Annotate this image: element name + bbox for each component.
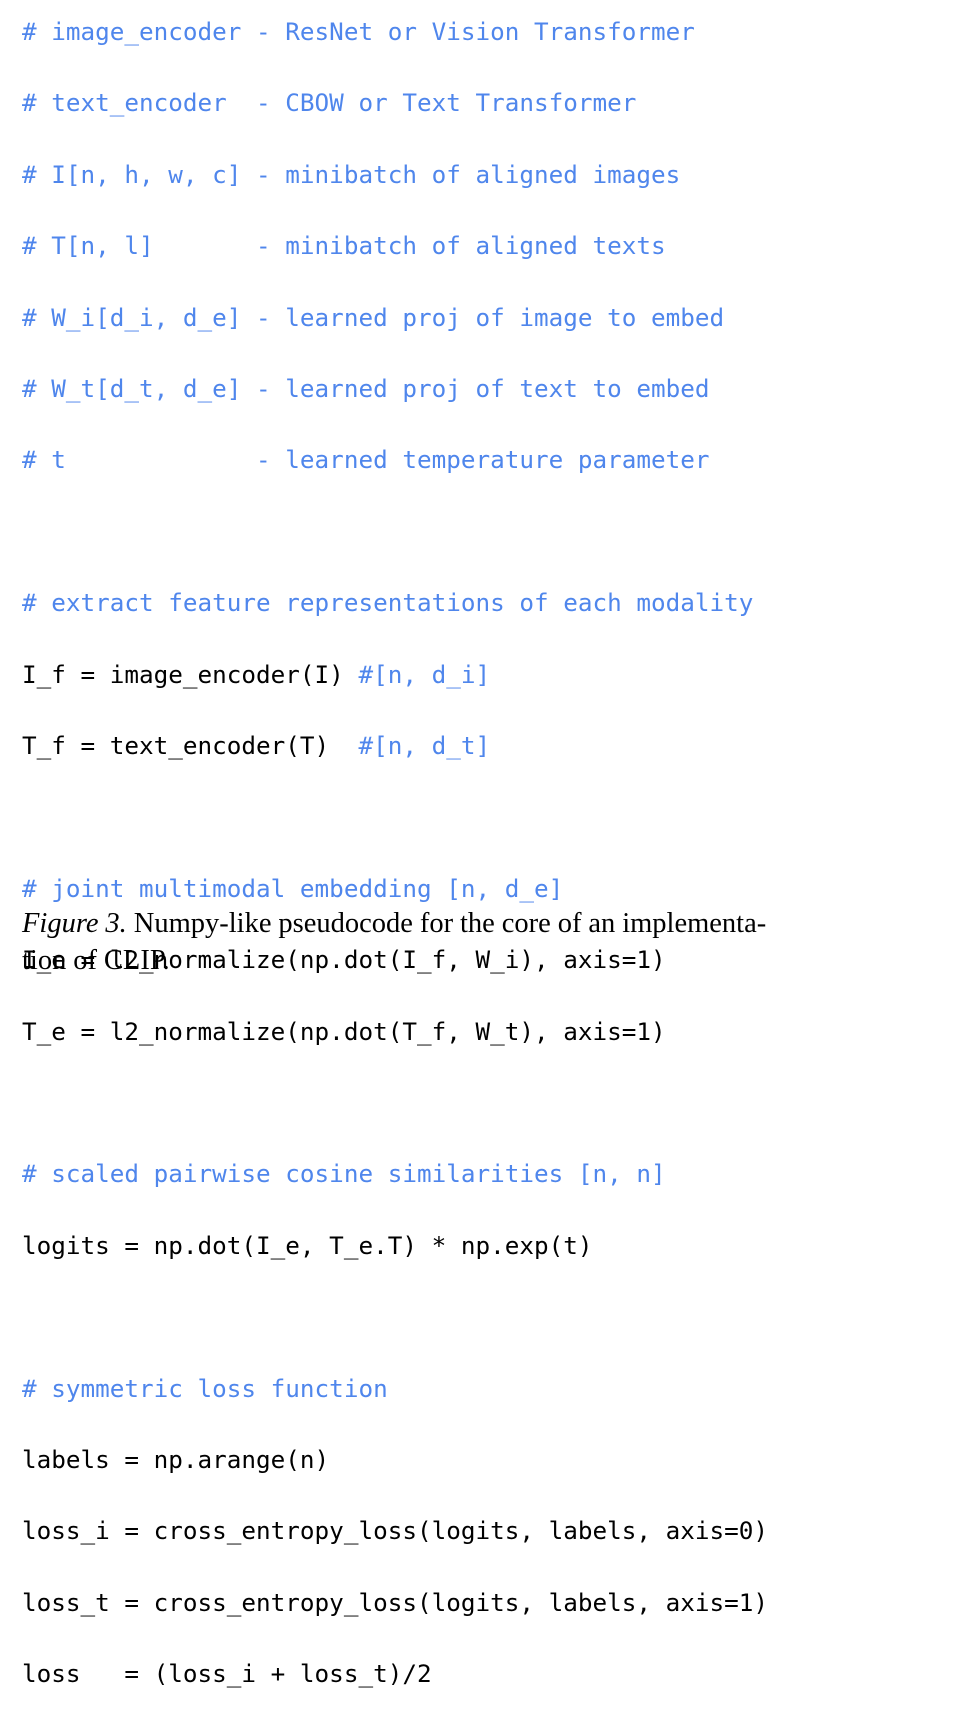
code-line-l23: loss_t = cross_entropy_loss(logits, labe… — [22, 1585, 972, 1621]
code-comment: # extract feature representations of eac… — [22, 588, 754, 618]
code-statement: logits = np.dot(I_e, T_e.T) * np.exp(t) — [22, 1230, 593, 1260]
code-inline-comment: #[n, d_t] — [358, 731, 491, 761]
code-comment: # joint multimodal embedding [n, d_e] — [22, 873, 564, 903]
code-line-l12 — [22, 799, 972, 835]
code-line-l11: T_f = text_encoder(T) #[n, d_t] — [22, 728, 972, 764]
code-comment: # W_i[d_i, d_e] - learned proj of image … — [22, 302, 725, 332]
code-statement: loss_i = cross_entropy_loss(logits, labe… — [22, 1516, 769, 1546]
code-line-l01: # image_encoder - ResNet or Vision Trans… — [22, 14, 972, 50]
caption-line-2: tion of CLIP. — [22, 945, 170, 976]
code-line-l15: T_e = l2_normalize(np.dot(T_f, W_t), axi… — [22, 1014, 972, 1050]
code-line-l06: # W_t[d_t, d_e] - learned proj of text t… — [22, 371, 972, 407]
code-line-l16 — [22, 1085, 972, 1121]
code-line-l10: I_f = image_encoder(I) #[n, d_i] — [22, 657, 972, 693]
code-comment: # I[n, h, w, c] - minibatch of aligned i… — [22, 159, 681, 189]
figure-pseudocode: # image_encoder - ResNet or Vision Trans… — [0, 0, 972, 1728]
code-line-l13: # joint multimodal embedding [n, d_e] — [22, 871, 972, 907]
code-statement: T_e = l2_normalize(np.dot(T_f, W_t), axi… — [22, 1016, 666, 1046]
code-line-l07: # t - learned temperature parameter — [22, 442, 972, 478]
code-statement: loss = (loss_i + loss_t)/2 — [22, 1659, 432, 1689]
code-comment: # symmetric loss function — [22, 1373, 388, 1403]
code-line-l21: labels = np.arange(n) — [22, 1442, 972, 1478]
code-line-l18: logits = np.dot(I_e, T_e.T) * np.exp(t) — [22, 1228, 972, 1264]
code-line-l02: # text_encoder - CBOW or Text Transforme… — [22, 85, 972, 121]
code-comment: # T[n, l] - minibatch of aligned texts — [22, 231, 666, 261]
code-comment: # scaled pairwise cosine similarities [n… — [22, 1159, 666, 1189]
code-statement: loss_t = cross_entropy_loss(logits, labe… — [22, 1587, 769, 1617]
caption-label: Figure 3. — [22, 908, 127, 939]
code-comment: # image_encoder - ResNet or Vision Trans… — [22, 17, 695, 46]
code-comment: # W_t[d_t, d_e] - learned proj of text t… — [22, 374, 710, 404]
code-line-l05: # W_i[d_i, d_e] - learned proj of image … — [22, 300, 972, 336]
code-line-l24: loss = (loss_i + loss_t)/2 — [22, 1656, 972, 1692]
code-statement: I_f = image_encoder(I) — [22, 659, 359, 689]
code-line-l04: # T[n, l] - minibatch of aligned texts — [22, 228, 972, 264]
code-line-l08 — [22, 514, 972, 550]
caption-text-line-1: Numpy-like pseudocode for the core of an… — [126, 908, 767, 939]
code-statement: labels = np.arange(n) — [22, 1445, 330, 1475]
code-line-l22: loss_i = cross_entropy_loss(logits, labe… — [22, 1513, 972, 1549]
code-listing: # image_encoder - ResNet or Vision Trans… — [0, 0, 972, 1728]
code-line-l19 — [22, 1299, 972, 1335]
code-statement: T_f = text_encoder(T) — [22, 731, 359, 761]
code-line-l03: # I[n, h, w, c] - minibatch of aligned i… — [22, 157, 972, 193]
code-inline-comment: #[n, d_i] — [358, 659, 491, 689]
figure-caption: Figure 3. Numpy-like pseudocode for the … — [22, 905, 968, 979]
code-line-l09: # extract feature representations of eac… — [22, 585, 972, 621]
code-line-l20: # symmetric loss function — [22, 1371, 972, 1407]
code-comment: # t - learned temperature parameter — [22, 445, 710, 475]
code-line-l17: # scaled pairwise cosine similarities [n… — [22, 1156, 972, 1192]
caption-line-1: Figure 3. Numpy-like pseudocode for the … — [22, 905, 968, 942]
code-comment: # text_encoder - CBOW or Text Transforme… — [22, 88, 637, 118]
